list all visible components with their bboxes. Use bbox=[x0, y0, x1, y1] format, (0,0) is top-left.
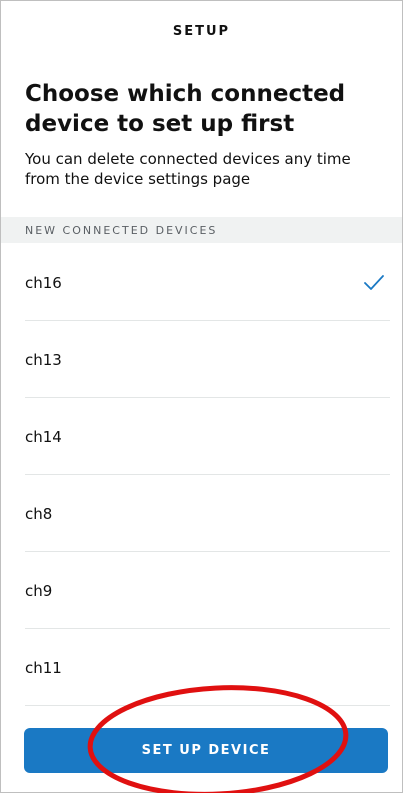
section-header-label: NEW CONNECTED DEVICES bbox=[25, 223, 218, 237]
device-row-ch13[interactable]: ch13 bbox=[1, 321, 402, 398]
device-name: ch14 bbox=[25, 427, 62, 446]
device-name: ch8 bbox=[25, 504, 53, 523]
app-screen: SETUP Choose which connected device to s… bbox=[0, 0, 403, 793]
device-list: ch16 ch13 ch14 ch8 ch9 ch11 bbox=[1, 244, 402, 706]
device-row-ch16[interactable]: ch16 bbox=[1, 244, 402, 321]
page-header-title: SETUP bbox=[172, 23, 231, 39]
set-up-device-button-label: SET UP DEVICE bbox=[141, 743, 271, 758]
device-row-ch14[interactable]: ch14 bbox=[1, 398, 402, 475]
device-row-ch8[interactable]: ch8 bbox=[1, 475, 402, 552]
footer-button-area: SET UP DEVICE bbox=[1, 706, 402, 792]
device-name: ch9 bbox=[25, 581, 53, 600]
page-subtitle: You can delete connected devices any tim… bbox=[25, 150, 351, 188]
device-name: ch13 bbox=[25, 350, 62, 369]
checkmark-icon bbox=[364, 274, 384, 290]
device-row-ch9[interactable]: ch9 bbox=[1, 552, 402, 629]
page-title: Choose which connected device to set up … bbox=[25, 81, 346, 137]
device-name: ch16 bbox=[25, 273, 62, 292]
device-name: ch11 bbox=[25, 658, 62, 677]
section-header: NEW CONNECTED DEVICES bbox=[1, 217, 402, 243]
set-up-device-button[interactable]: SET UP DEVICE bbox=[24, 728, 388, 773]
device-row-ch11[interactable]: ch11 bbox=[1, 629, 402, 706]
top-bar: SETUP bbox=[1, 1, 402, 61]
